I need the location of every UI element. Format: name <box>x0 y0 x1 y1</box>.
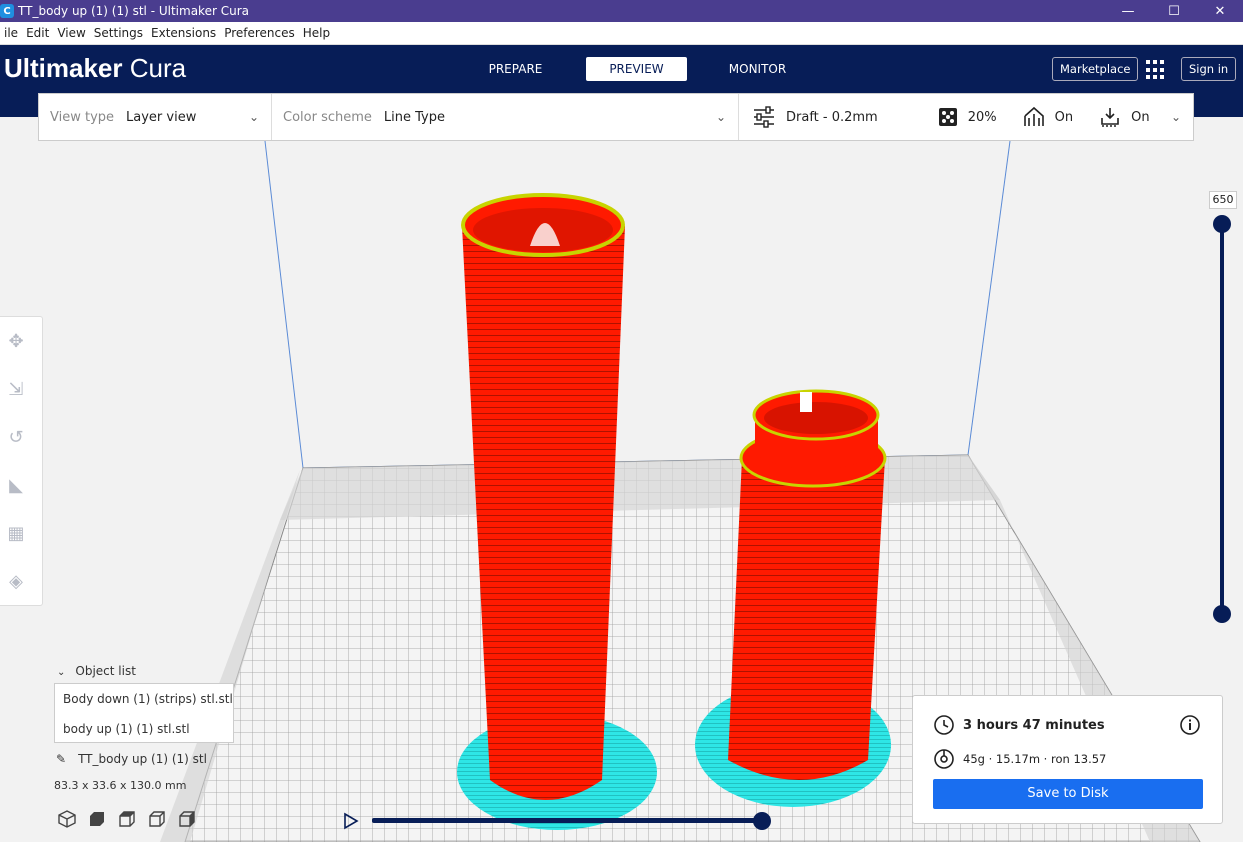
save-to-disk-button[interactable]: Save to Disk <box>933 779 1203 809</box>
spool-icon <box>934 749 954 769</box>
marketplace-button[interactable]: Marketplace <box>1052 57 1139 81</box>
3d-viewport[interactable]: ✥ ⇲ ↺ ◣ ▦ ◈ 650 ⌄ Object list Body down (… <box>0 117 1243 842</box>
menu-extensions[interactable]: Extensions <box>147 22 220 45</box>
chevron-down-icon: ⌄ <box>248 110 259 124</box>
object-list: Body down (1) (strips) stl.stl body up (… <box>54 683 234 743</box>
view-type-value: Layer view <box>126 109 197 125</box>
adhesion-value: On <box>1131 109 1150 125</box>
tab-monitor[interactable]: MONITOR <box>707 57 808 81</box>
right-view-icon[interactable] <box>176 808 198 830</box>
stage-tabs: PREPARE PREVIEW MONITOR <box>465 57 828 81</box>
scale-icon[interactable]: ⇲ <box>5 379 27 401</box>
simulation-slider-track[interactable] <box>372 818 762 823</box>
view-type-dropdown[interactable]: View type Layer view ⌄ <box>39 94 272 140</box>
camera-view-buttons <box>56 808 206 830</box>
layer-upper-handle[interactable] <box>1213 215 1231 233</box>
print-settings-summary[interactable]: Draft - 0.2mm 20% On On ⌄ <box>739 94 1193 140</box>
tab-prepare[interactable]: PREPARE <box>465 57 566 81</box>
minimize-button[interactable]: — <box>1105 0 1151 22</box>
profile-setting: Draft - 0.2mm <box>752 106 878 128</box>
infill-icon <box>938 108 957 126</box>
support-value: On <box>1054 109 1074 125</box>
tab-preview[interactable]: PREVIEW <box>586 57 687 81</box>
infill-setting: 20% <box>938 107 997 127</box>
menu-edit[interactable]: Edit <box>22 22 53 45</box>
profile-value: Draft - 0.2mm <box>786 109 878 125</box>
menu-preferences[interactable]: Preferences <box>220 22 299 45</box>
front-view-icon[interactable] <box>86 808 108 830</box>
color-scheme-label: Color scheme <box>283 109 372 125</box>
chevron-down-icon: ⌄ <box>715 110 726 124</box>
top-view-icon[interactable] <box>116 808 138 830</box>
close-button[interactable]: ✕ <box>1197 0 1243 22</box>
sliders-icon <box>754 106 774 128</box>
support-blocker-icon[interactable]: ◈ <box>5 571 27 593</box>
layer-lower-handle[interactable] <box>1213 605 1231 623</box>
color-scheme-value: Line Type <box>383 109 445 125</box>
layer-number-badge[interactable]: 650 <box>1209 191 1237 209</box>
view-type-label: View type <box>50 109 115 125</box>
tool-panel: ✥ ⇲ ↺ ◣ ▦ ◈ <box>0 316 43 606</box>
menu-help[interactable]: Help <box>299 22 334 45</box>
play-icon[interactable] <box>343 812 359 830</box>
3d-view-icon[interactable] <box>56 808 78 830</box>
left-view-icon[interactable] <box>146 808 168 830</box>
info-icon[interactable] <box>1179 714 1201 736</box>
view-toolbar: View type Layer view ⌄ Color scheme Line… <box>38 93 1194 141</box>
object-list-item[interactable]: Body down (1) (strips) stl.stl <box>55 684 233 714</box>
apps-grid-icon[interactable] <box>1146 60 1166 80</box>
layer-slider-track[interactable] <box>1220 224 1224 614</box>
material-usage: 45g · 15.17m · ron 13.57 <box>963 752 1107 766</box>
object-list-item[interactable]: body up (1) (1) stl.stl <box>55 714 233 744</box>
chevron-down-icon: ⌄ <box>57 667 66 678</box>
menu-file[interactable]: ile <box>0 22 22 45</box>
selected-object-label: TT_body up (1) (1) stl <box>78 752 207 766</box>
print-time: 3 hours 47 minutes <box>963 718 1105 733</box>
adhesion-setting: On <box>1099 106 1150 128</box>
chevron-down-icon: ⌄ <box>1170 110 1181 124</box>
brand-logo: Ultimaker Cura <box>4 53 187 83</box>
cura-icon: C <box>0 4 14 18</box>
print-info-panel: 3 hours 47 minutes 45g · 15.17m · ron 13… <box>912 695 1223 824</box>
clock-icon <box>934 715 954 735</box>
object-list-title: Object list <box>75 664 136 678</box>
pencil-icon[interactable]: ✎ <box>56 752 66 766</box>
color-scheme-dropdown[interactable]: Color scheme Line Type ⌄ <box>272 94 739 140</box>
adhesion-icon <box>1101 108 1119 127</box>
support-icon <box>1023 106 1044 126</box>
sign-in-button[interactable]: Sign in <box>1181 57 1237 81</box>
support-setting: On <box>1023 106 1073 128</box>
object-list-header[interactable]: ⌄ Object list <box>57 664 136 678</box>
title-bar: C TT_body up (1) (1) stl - Ultimaker Cur… <box>0 0 1243 22</box>
maximize-button[interactable]: ☐ <box>1151 0 1197 22</box>
window-title: TT_body up (1) (1) stl - Ultimaker Cura <box>18 4 249 18</box>
mirror-icon[interactable]: ◣ <box>5 475 27 497</box>
menu-bar: ile Edit View Settings Extensions Prefer… <box>0 22 1243 45</box>
menu-settings[interactable]: Settings <box>90 22 147 45</box>
selected-object-name: ✎ TT_body up (1) (1) stl <box>56 752 207 766</box>
per-model-settings-icon[interactable]: ▦ <box>5 523 27 545</box>
move-icon[interactable]: ✥ <box>5 331 27 353</box>
simulation-slider-handle[interactable] <box>753 812 771 830</box>
infill-value: 20% <box>967 109 997 125</box>
menu-view[interactable]: View <box>53 22 89 45</box>
rotate-icon[interactable]: ↺ <box>5 427 27 449</box>
object-dimensions: 83.3 x 33.6 x 130.0 mm <box>54 779 187 792</box>
